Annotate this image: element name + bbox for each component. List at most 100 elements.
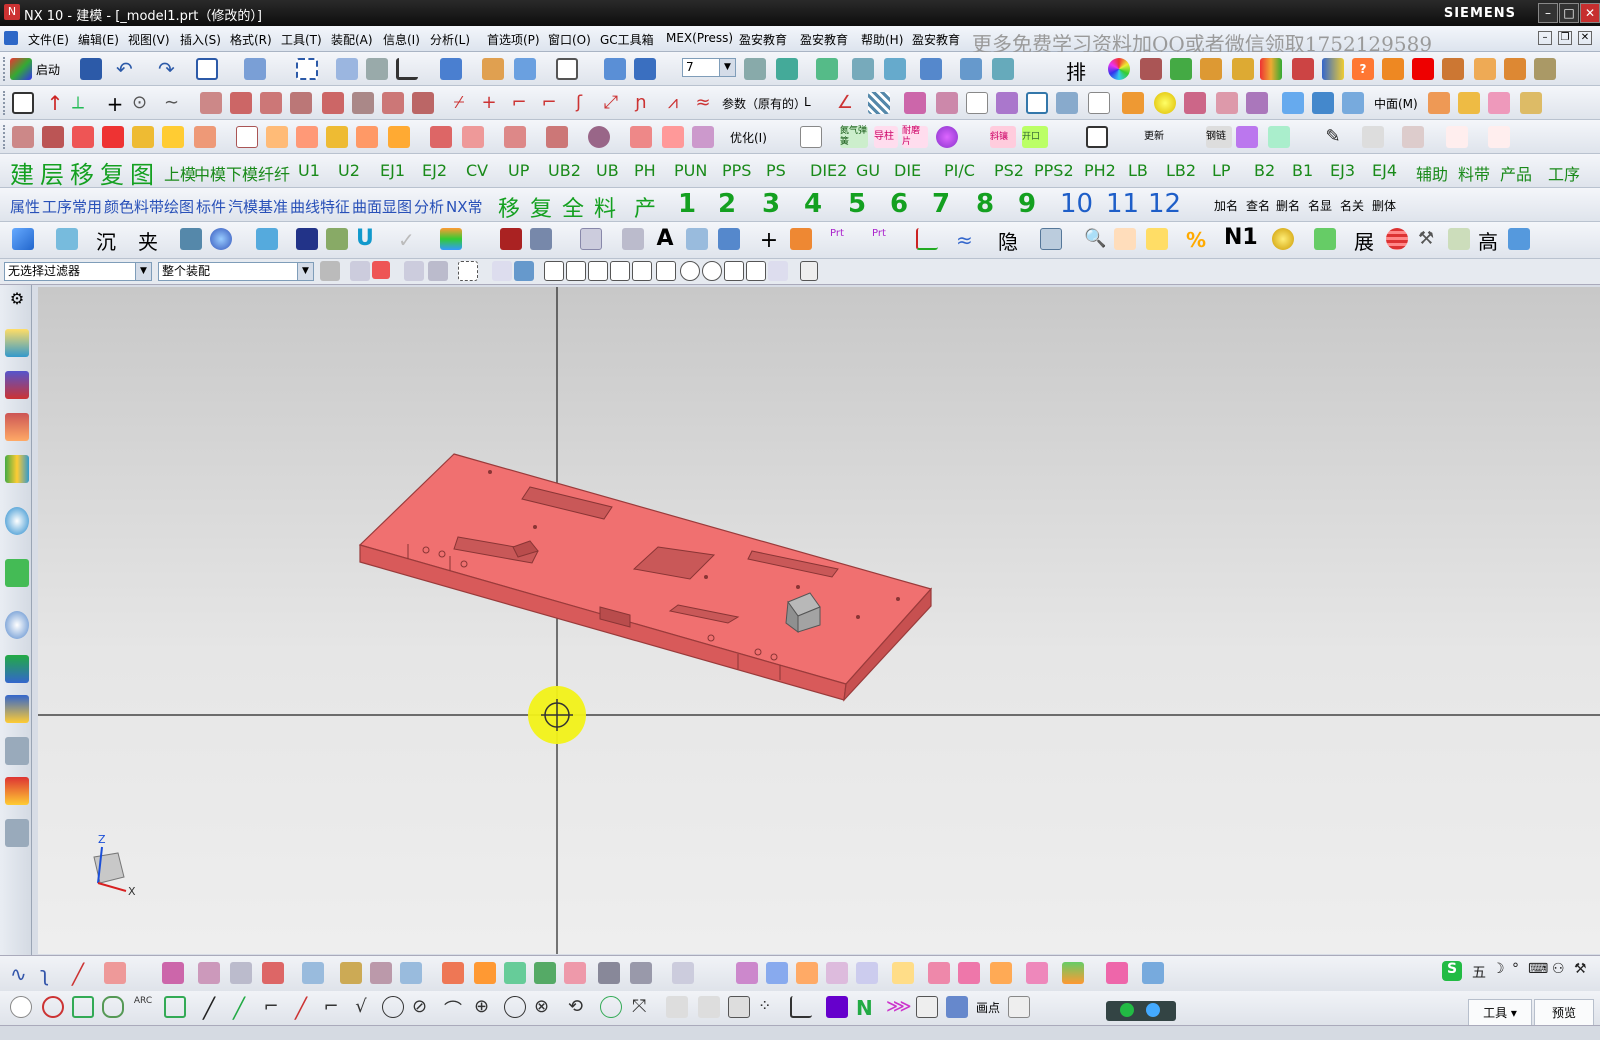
layer-btn-die2[interactable]: DIE2: [810, 161, 847, 180]
menu-yingan-2[interactable]: 盈安教育: [800, 31, 848, 48]
orange-cube-icon[interactable]: [1382, 58, 1404, 80]
distance-icon[interactable]: [852, 58, 874, 80]
book-icon[interactable]: [1458, 92, 1480, 114]
fit-icon[interactable]: [296, 58, 318, 80]
face-pink2-icon[interactable]: [936, 92, 958, 114]
keyboard-icon[interactable]: ⌨: [1528, 961, 1548, 977]
role-icon[interactable]: [5, 737, 29, 765]
green-layers-icon[interactable]: [534, 962, 556, 984]
assembly-navigator-icon[interactable]: [5, 329, 29, 357]
menu-preferences[interactable]: 首选项(P): [487, 31, 540, 48]
mountain-icon[interactable]: [326, 228, 348, 250]
draw-point-label[interactable]: 画点: [976, 999, 1000, 1016]
constraint-navigator-icon[interactable]: [5, 371, 29, 399]
prt-icon-2[interactable]: Prt: [872, 228, 894, 250]
layer-btn-ps2[interactable]: PS2: [994, 161, 1024, 180]
copy-label[interactable]: 复: [100, 155, 124, 190]
snap-curve-icon[interactable]: [632, 261, 652, 281]
bridge-icon[interactable]: ⩘: [662, 92, 684, 114]
blue-tool-icon[interactable]: [1142, 962, 1164, 984]
helix-icon[interactable]: [104, 962, 126, 984]
layer-btn-ej2[interactable]: EJ2: [422, 161, 447, 180]
guide-post-button[interactable]: 导柱: [874, 126, 898, 148]
number-7[interactable]: 7: [932, 189, 950, 219]
cut-x-icon[interactable]: [1114, 228, 1136, 250]
hide-label[interactable]: 隐: [998, 226, 1018, 255]
white-box-icon[interactable]: [800, 126, 822, 148]
user-icon[interactable]: ⚇: [1552, 961, 1565, 977]
layer-settings-icon[interactable]: [744, 58, 766, 80]
extend-curve-icon[interactable]: ʃ: [568, 92, 590, 114]
redo-icon[interactable]: ↷: [158, 58, 180, 80]
layer-btn-ps[interactable]: PS: [766, 161, 786, 180]
layer-btn-lb2[interactable]: LB2: [1166, 161, 1196, 180]
pink-sheet-icon-2[interactable]: [564, 962, 586, 984]
layer-btn-u1[interactable]: U1: [298, 161, 320, 180]
box-icon[interactable]: [1504, 58, 1526, 80]
yellow-cube-icon[interactable]: [1146, 228, 1168, 250]
circle-tool-icon[interactable]: [42, 996, 64, 1018]
build-label[interactable]: 建: [10, 155, 34, 190]
start-icon[interactable]: [10, 58, 32, 80]
assembly-icon[interactable]: [12, 126, 34, 148]
add-name-button[interactable]: 加名: [1214, 197, 1238, 214]
slant-insert-button[interactable]: 斜镶: [990, 126, 1016, 148]
cat-standard[interactable]: 标件: [196, 196, 226, 217]
wave-line-icon[interactable]: ≈: [956, 228, 978, 252]
layer-btn-ej1[interactable]: EJ1: [380, 161, 405, 180]
clamp-label[interactable]: 夹: [138, 226, 158, 255]
minimize-icon[interactable]: –: [1538, 3, 1558, 23]
multi-line-icon[interactable]: ⋙: [886, 996, 912, 1018]
menu-file[interactable]: 文件(E): [28, 31, 69, 48]
copy-tool-icon[interactable]: [530, 228, 552, 250]
orange-part-icon[interactable]: [1122, 92, 1144, 114]
snap-midpoint-icon[interactable]: [566, 261, 586, 281]
curve-trim-icon[interactable]: ⌿: [448, 92, 470, 114]
undo-icon[interactable]: ↶: [116, 58, 138, 80]
vector-icon[interactable]: [992, 58, 1014, 80]
delete-name-button[interactable]: 删名: [1276, 197, 1300, 214]
wave-box-icon[interactable]: [916, 996, 938, 1018]
cat-color[interactable]: 颜色: [104, 196, 134, 217]
cat-drawing[interactable]: 绘图: [164, 196, 194, 217]
multi-cube-icon[interactable]: [1442, 58, 1464, 80]
line-point-icon[interactable]: ⌐: [260, 996, 282, 1018]
chevron-down-icon[interactable]: ▼: [719, 59, 735, 76]
cat-strip[interactable]: 料带: [134, 196, 164, 217]
status-widget[interactable]: [1106, 1001, 1176, 1021]
doc-minimize-icon[interactable]: –: [1538, 31, 1552, 45]
draft-icon[interactable]: [412, 92, 434, 114]
arc-label[interactable]: ARC: [132, 996, 154, 1018]
sheet-icon[interactable]: [1342, 92, 1364, 114]
doc-close-icon[interactable]: ✕: [1578, 31, 1592, 45]
flag-tool-icon[interactable]: [856, 962, 878, 984]
layer-btn-fiber[interactable]: 纤纤: [258, 161, 290, 185]
constraint-icon[interactable]: [266, 126, 288, 148]
sogou-icon[interactable]: [1120, 1003, 1134, 1017]
number-4[interactable]: 4: [804, 189, 822, 219]
layer-combo[interactable]: 7 ▼: [682, 58, 736, 77]
part-icon[interactable]: [1140, 58, 1162, 80]
green-n-icon[interactable]: N: [856, 996, 878, 1020]
layer-btn-die[interactable]: DIE: [894, 161, 921, 180]
extrude-icon[interactable]: [200, 92, 222, 114]
optimize-label[interactable]: 优化(I): [730, 129, 767, 146]
part-navigator-icon[interactable]: [5, 413, 29, 441]
sink-label[interactable]: 沉: [96, 226, 116, 255]
circle-tangent-icon[interactable]: ⊘: [412, 996, 434, 1018]
cut-icon[interactable]: [630, 126, 652, 148]
layer-btn-u2[interactable]: U2: [338, 161, 360, 180]
dim-icon[interactable]: [686, 228, 708, 250]
surface-tool-icon[interactable]: [958, 962, 980, 984]
check-icon[interactable]: ✓: [398, 228, 420, 252]
layer-btn-pps[interactable]: PPS: [722, 161, 751, 180]
pattern-icon[interactable]: [296, 126, 318, 148]
rectangle-select-icon[interactable]: [458, 261, 478, 281]
menu-analysis[interactable]: 分析(L): [430, 31, 470, 48]
tab-preview[interactable]: 预览: [1534, 999, 1594, 1027]
layer-btn-ub2[interactable]: UB2: [548, 161, 581, 180]
orient-view-icon[interactable]: [244, 58, 266, 80]
layer-btn-lb[interactable]: LB: [1128, 161, 1148, 180]
bracket-tool-icon[interactable]: [728, 996, 750, 1018]
plus-point-icon[interactable]: +: [104, 92, 126, 116]
